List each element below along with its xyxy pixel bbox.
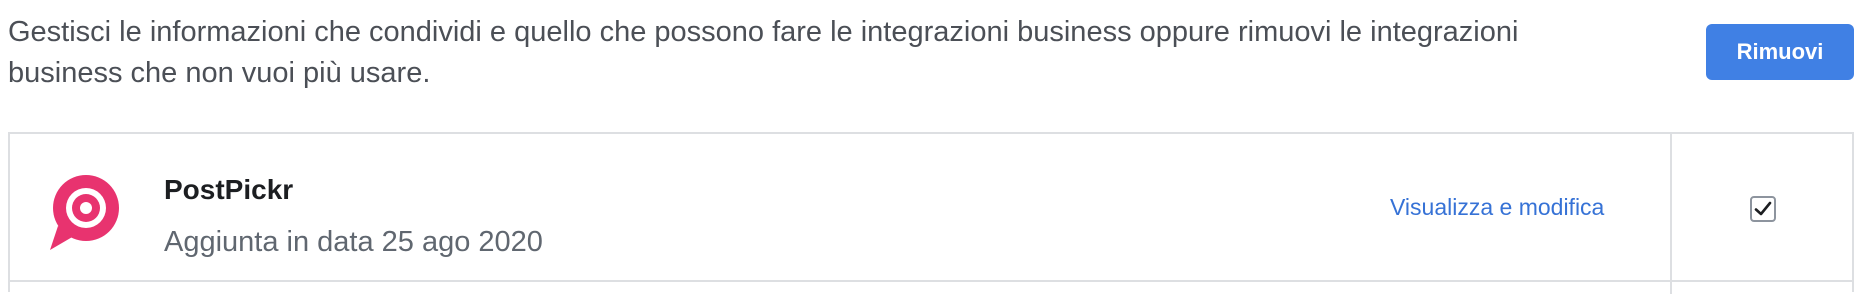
integration-checkbox[interactable] (1750, 196, 1776, 222)
integrations-table: PostPickr Aggiunta in data 25 ago 2020 V… (8, 132, 1854, 294)
integration-name: PostPickr (164, 174, 294, 205)
remove-button[interactable]: Rimuovi (1706, 24, 1854, 80)
postpickr-logo-icon (50, 175, 119, 250)
view-edit-link[interactable]: Visualizza e modifica (1390, 194, 1604, 221)
checkmark-icon (1754, 201, 1772, 216)
integration-added-date: Aggiunta in data 25 ago 2020 (164, 226, 543, 258)
intro-text: Gestisci le informazioni che condividi e… (8, 16, 1519, 89)
integration-row: PostPickr Aggiunta in data 25 ago 2020 V… (10, 134, 1852, 282)
column-divider (1670, 134, 1672, 294)
